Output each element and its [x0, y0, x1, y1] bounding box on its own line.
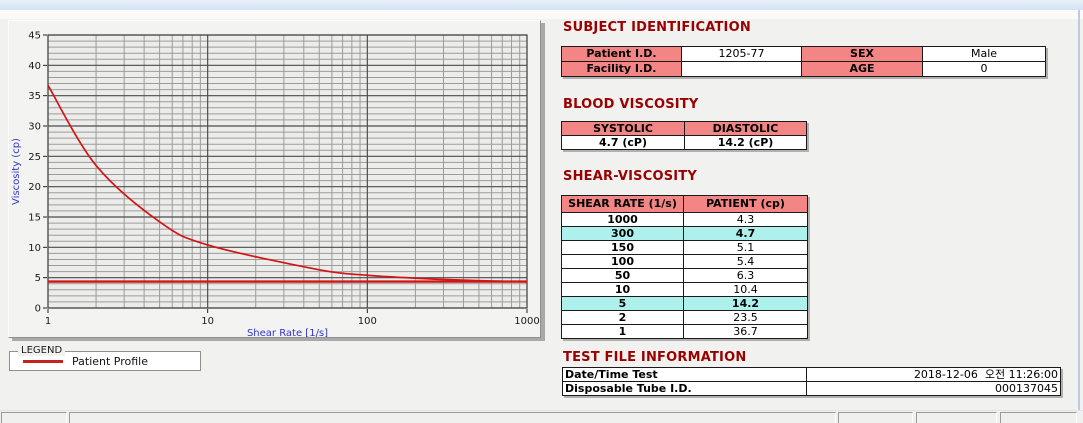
subject-value: 0 [922, 61, 1046, 77]
shear-rate-cell: 150 [561, 240, 684, 255]
shear-patient-cell: 14.2 [683, 296, 808, 311]
shear-rate-cell: 5 [561, 296, 684, 311]
testfile-row: Disposable Tube I.D. 000137045 [562, 381, 1061, 396]
shear-row: 2 23.5 [561, 310, 808, 325]
shear-header-row: SHEAR RATE (1/s) PATIENT (cp) [561, 195, 808, 213]
chart-panel: 0 5 10 15 20 25 30 35 40 45 1 10 100 1000 Shear Rate [… [8, 20, 541, 338]
svg-text:10: 10 [28, 243, 41, 254]
shear-viscosity-title: SHEAR-VISCOSITY [563, 169, 697, 184]
subject-value: Male [922, 46, 1046, 62]
subject-label: Patient I.D. [561, 46, 682, 62]
subject-row: Facility I.D. AGE 0 [561, 61, 1046, 77]
svg-text:0: 0 [35, 304, 41, 315]
blood-value-cell: 14.2 (cP) [684, 135, 807, 150]
svg-text:10: 10 [201, 316, 214, 327]
window-right-border [1078, 10, 1080, 423]
shear-rate-cell: 300 [561, 226, 684, 241]
blood-viscosity-table: SYSTOLIC DIASTOLIC 4.7 (cP) 14.2 (cP) [561, 121, 807, 150]
legend-series-label: Patient Profile [72, 355, 149, 368]
subject-value: 1205-77 [681, 46, 802, 62]
shear-rate-cell: 50 [561, 268, 684, 283]
testfile-value: 2018-12-06 오전 11:26:00 [806, 367, 1061, 382]
shear-row: 100 5.4 [561, 254, 808, 269]
blood-header-cell: DIASTOLIC [684, 121, 807, 136]
shear-row: 5 14.2 [561, 296, 808, 311]
blood-value-row: 4.7 (cP) 14.2 (cP) [561, 135, 807, 150]
testfile-row: Date/Time Test 2018-12-06 오전 11:26:00 [562, 367, 1061, 382]
svg-text:100: 100 [358, 316, 377, 327]
svg-text:1000: 1000 [514, 316, 539, 327]
window-sub-strip [0, 11, 1083, 19]
test-file-information-title: TEST FILE INFORMATION [563, 350, 747, 365]
svg-text:30: 30 [28, 122, 41, 133]
shear-rate-cell: 1000 [561, 212, 684, 227]
status-segment [1, 412, 67, 423]
shear-patient-cell: 4.3 [683, 212, 808, 227]
blood-header-cell: SYSTOLIC [561, 121, 685, 136]
subject-label: Facility I.D. [561, 61, 682, 77]
shear-header-cell: PATIENT (cp) [683, 195, 808, 213]
svg-text:Shear Rate [1/s]: Shear Rate [1/s] [247, 328, 328, 337]
svg-text:20: 20 [28, 182, 41, 193]
shear-header-cell: SHEAR RATE (1/s) [561, 195, 684, 213]
shear-row: 10 10.4 [561, 282, 808, 297]
subject-value [681, 61, 802, 77]
shear-row: 1000 4.3 [561, 212, 808, 227]
legend-line-swatch [23, 360, 63, 363]
subject-identification-title: SUBJECT IDENTIFICATION [563, 20, 751, 35]
blood-value-cell: 4.7 (cP) [561, 135, 685, 150]
shear-patient-cell: 5.1 [683, 240, 808, 255]
shear-viscosity-chart: 0 5 10 15 20 25 30 35 40 45 1 10 100 1000 Shear Rate [… [11, 31, 540, 338]
shear-row: 50 6.3 [561, 268, 808, 283]
blood-viscosity-title: BLOOD VISCOSITY [563, 97, 699, 112]
shear-rate-cell: 1 [561, 324, 684, 339]
svg-text:25: 25 [28, 152, 41, 163]
status-segment [916, 412, 997, 423]
shear-rate-cell: 2 [561, 310, 684, 325]
shear-patient-cell: 36.7 [683, 324, 808, 339]
svg-text:5: 5 [35, 273, 41, 284]
legend-box: LEGEND Patient Profile [9, 345, 201, 371]
svg-text:15: 15 [28, 213, 41, 224]
shear-patient-cell: 6.3 [683, 268, 808, 283]
subject-label: AGE [801, 61, 923, 77]
shear-patient-cell: 23.5 [683, 310, 808, 325]
shear-rate-cell: 10 [561, 282, 684, 297]
shear-patient-cell: 10.4 [683, 282, 808, 297]
shear-row: 1 36.7 [561, 324, 808, 339]
shear-row: 300 4.7 [561, 226, 808, 241]
test-file-information-table: Date/Time Test 2018-12-06 오전 11:26:00 Disp… [562, 367, 1061, 396]
shear-patient-cell: 4.7 [683, 226, 808, 241]
shear-patient-cell: 5.4 [683, 254, 808, 269]
subject-label: SEX [801, 46, 923, 62]
svg-text:1: 1 [45, 316, 51, 327]
svg-text:40: 40 [28, 61, 41, 72]
testfile-label: Disposable Tube I.D. [562, 381, 807, 396]
status-segment [838, 412, 913, 423]
testfile-value: 000137045 [806, 381, 1061, 396]
shear-rate-cell: 100 [561, 254, 684, 269]
svg-text:35: 35 [28, 91, 41, 102]
shear-row: 150 5.1 [561, 240, 808, 255]
status-bar [0, 410, 1083, 423]
window-top-strip [0, 0, 1083, 11]
subject-identification-table: Patient I.D. 1205-77 SEX Male Facility I.D. A… [561, 46, 1046, 77]
shear-viscosity-table: SHEAR RATE (1/s) PATIENT (cp) 1000 4.3 300 4.… [561, 195, 808, 339]
legend-caption: LEGEND [18, 345, 66, 356]
svg-text:45: 45 [28, 31, 41, 42]
viscosity-report-screen: 0 5 10 15 20 25 30 35 40 45 1 10 100 1000 Shear Rate [… [0, 0, 1083, 423]
blood-header-row: SYSTOLIC DIASTOLIC [561, 121, 807, 136]
status-segment [69, 412, 836, 423]
svg-text:Viscosity (cp): Viscosity (cp) [11, 138, 22, 205]
testfile-label: Date/Time Test [562, 367, 807, 382]
status-segment [1000, 412, 1077, 423]
subject-row: Patient I.D. 1205-77 SEX Male [561, 46, 1046, 62]
